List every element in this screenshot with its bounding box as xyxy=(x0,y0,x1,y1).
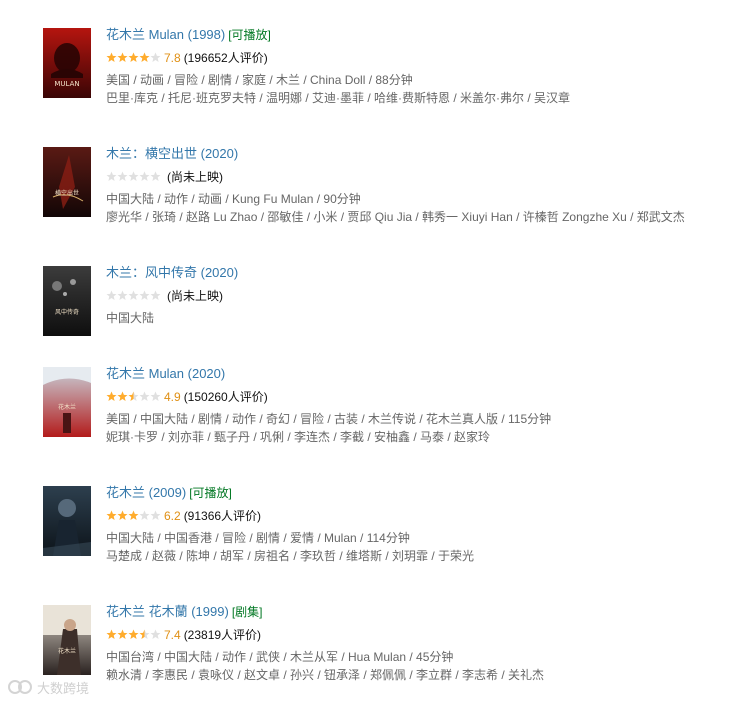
movie-cast: 巴里·库克 / 托尼·班克罗夫特 / 温明娜 / 艾迪·墨菲 / 哈维·费斯特恩… xyxy=(106,91,570,105)
title-line: 花木兰 Mulan (1998) [可播放] xyxy=(106,27,271,43)
star-icon xyxy=(117,171,128,181)
star-icon xyxy=(117,52,128,62)
star-icon xyxy=(150,629,161,639)
poster-thumbnail[interactable]: 花木兰 xyxy=(43,367,91,437)
star-rating-icon xyxy=(106,510,161,521)
rating-line: 6.2 (91366人评价) xyxy=(106,509,261,523)
rating-count: (尚未上映) xyxy=(167,289,223,303)
star-icon xyxy=(128,510,139,520)
rating-count: (150260人评价) xyxy=(183,390,268,404)
rating-score: 7.8 xyxy=(164,51,181,65)
title-line: 花木兰 Mulan (2020) xyxy=(106,366,228,382)
star-icon xyxy=(106,290,117,300)
star-icon xyxy=(117,290,128,300)
watermark-logo-icon xyxy=(8,679,34,700)
star-icon xyxy=(117,510,128,520)
star-icon xyxy=(150,510,161,520)
star-icon xyxy=(106,171,117,181)
star-rating-icon xyxy=(106,629,161,640)
title-link[interactable]: 木兰：横空出世 (2020) xyxy=(106,146,238,161)
rating-score: 4.9 xyxy=(164,390,181,404)
star-icon xyxy=(128,171,139,181)
star-icon xyxy=(139,391,150,401)
star-icon xyxy=(106,629,117,639)
poster-thumbnail[interactable]: 风中传奇 xyxy=(43,266,91,336)
title-link[interactable]: 花木兰 Mulan (1998) xyxy=(106,27,225,42)
rating-score: 7.4 xyxy=(164,628,181,642)
title-line: 木兰：风中传奇 (2020) xyxy=(106,265,241,281)
title-link[interactable]: 花木兰 (2009) xyxy=(106,485,186,500)
star-icon xyxy=(128,391,139,401)
movie-info: 美国 / 动画 / 冒险 / 剧情 / 家庭 / 木兰 / China Doll… xyxy=(106,73,413,87)
movie-cast: 赖水清 / 李惠民 / 袁咏仪 / 赵文卓 / 孙兴 / 钮承泽 / 郑佩佩 /… xyxy=(106,668,545,682)
star-icon xyxy=(139,52,150,62)
rating-line: (尚未上映) xyxy=(106,289,223,303)
star-icon xyxy=(106,391,117,401)
movie-info: 中国大陆 / 动作 / 动画 / Kung Fu Mulan / 90分钟 xyxy=(106,192,361,206)
star-rating-icon xyxy=(106,52,161,63)
star-icon xyxy=(106,52,117,62)
star-icon xyxy=(128,290,139,300)
rating-count: (23819人评价) xyxy=(183,628,262,642)
movie-info: 中国大陆 xyxy=(106,311,155,325)
rating-line: 7.4 (23819人评价) xyxy=(106,628,261,642)
star-icon xyxy=(128,52,139,62)
movie-cast: 廖光华 / 张琦 / 赵路 Lu Zhao / 邵敏佳 / 小米 / 贾邱 Qi… xyxy=(106,210,685,224)
svg-text:风中传奇: 风中传奇 xyxy=(55,308,79,316)
playable-badge[interactable]: [可播放] xyxy=(189,486,232,500)
title-link[interactable]: 花木兰 Mulan (2020) xyxy=(106,366,225,381)
title-link[interactable]: 木兰：风中传奇 (2020) xyxy=(106,265,238,280)
title-line: 花木兰 (2009) [可播放] xyxy=(106,485,232,501)
star-rating-icon xyxy=(106,391,161,402)
star-icon xyxy=(139,171,150,181)
movie-cast: 马楚成 / 赵薇 / 陈坤 / 胡军 / 房祖名 / 李玖哲 / 维塔斯 / 刘… xyxy=(106,549,475,563)
rating-count: (尚未上映) xyxy=(167,170,223,184)
poster-thumbnail[interactable] xyxy=(43,486,91,556)
poster-thumbnail[interactable]: MULAN xyxy=(43,28,91,98)
star-icon xyxy=(150,391,161,401)
movie-info: 美国 / 中国大陆 / 剧情 / 动作 / 奇幻 / 冒险 / 古装 / 木兰传… xyxy=(106,412,552,426)
rating-line: (尚未上映) xyxy=(106,170,223,184)
rating-line: 7.8 (196652人评价) xyxy=(106,51,268,65)
movie-info: 中国大陆 / 中国香港 / 冒险 / 剧情 / 爱情 / Mulan / 114… xyxy=(106,531,410,545)
rating-count: (91366人评价) xyxy=(183,509,262,523)
playable-badge[interactable]: [剧集] xyxy=(232,605,263,619)
rating-line: 4.9 (150260人评价) xyxy=(106,390,268,404)
watermark-text: 大数跨境 xyxy=(37,680,90,696)
movie-cast: 妮琪·卡罗 / 刘亦菲 / 甄子丹 / 巩俐 / 李连杰 / 李截 / 安柚鑫 … xyxy=(106,430,491,444)
star-icon xyxy=(117,629,128,639)
svg-text:花木兰: 花木兰 xyxy=(58,647,76,655)
title-line: 木兰：横空出世 (2020) xyxy=(106,146,241,162)
playable-badge[interactable]: [可播放] xyxy=(228,28,271,42)
rating-score: 6.2 xyxy=(164,509,181,523)
star-rating-icon xyxy=(106,290,161,301)
star-icon xyxy=(139,290,150,300)
star-icon xyxy=(106,510,117,520)
star-icon xyxy=(139,510,150,520)
star-rating-icon xyxy=(106,171,161,182)
star-icon xyxy=(117,391,128,401)
svg-text:花木兰: 花木兰 xyxy=(58,403,76,411)
star-icon xyxy=(128,629,139,639)
watermark: 大数跨境 xyxy=(8,679,89,697)
svg-text:MULAN: MULAN xyxy=(54,80,79,88)
movie-info: 中国台湾 / 中国大陆 / 动作 / 武侠 / 木兰从军 / Hua Mulan… xyxy=(106,650,454,664)
title-line: 花木兰 花木蘭 (1999) [剧集] xyxy=(106,604,262,620)
poster-thumbnail[interactable]: 花木兰 xyxy=(43,605,91,675)
title-link[interactable]: 花木兰 花木蘭 (1999) xyxy=(106,604,229,619)
star-icon xyxy=(139,629,150,639)
svg-text:横空出世: 横空出世 xyxy=(55,189,79,197)
star-icon xyxy=(150,171,161,181)
star-icon xyxy=(150,52,161,62)
poster-thumbnail[interactable]: 横空出世 xyxy=(43,147,91,217)
rating-count: (196652人评价) xyxy=(183,51,268,65)
star-icon xyxy=(150,290,161,300)
